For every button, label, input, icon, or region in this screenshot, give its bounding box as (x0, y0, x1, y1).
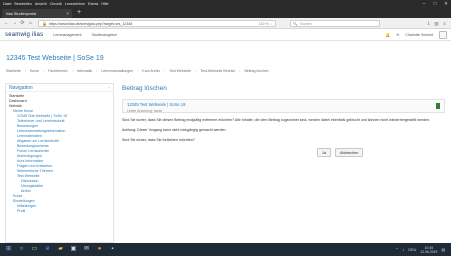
library-icon[interactable]: ▥ (433, 18, 440, 29)
post-info-meta: Letzte Änderung: heute (127, 109, 163, 113)
breadcrumb-item[interactable]: Fachbereich (48, 69, 67, 73)
cancel-button[interactable]: Abbrechen (335, 148, 364, 157)
post-info-title[interactable]: 12345 Test Webseite | SoSe 19 (127, 102, 440, 107)
warning-text: Achtung: Dieser Vorgang kann nicht rückg… (122, 128, 227, 133)
file-explorer-icon[interactable]: ▰ (56, 245, 65, 254)
menu-item-file[interactable]: Datei (3, 2, 11, 6)
browser-menubar: Datei Bearbeiten Ansicht Chronik Lesezei… (0, 0, 451, 8)
system-tray: ⌃ ♪ DEU 10:45 12.06.2019 ▤ (395, 245, 445, 254)
menu-item-tools[interactable]: Extras (88, 2, 98, 6)
home-icon[interactable]: ⌂ (27, 18, 34, 29)
search-input[interactable]: 🔍 Suchen (290, 20, 380, 27)
zoom-level[interactable]: 130 % (259, 22, 269, 26)
section-title: Beitrag löschen (122, 85, 167, 92)
firefox-icon[interactable]: ● (95, 245, 104, 254)
network-icon[interactable]: ⌃ (395, 247, 398, 252)
edge-browser-icon[interactable]: e (43, 245, 52, 254)
breadcrumb-item[interactable]: Informatik (77, 69, 92, 73)
yes-button[interactable]: Ja (317, 148, 332, 157)
store-icon[interactable]: ▣ (69, 245, 78, 254)
notification-bell-icon[interactable]: 🔔 (386, 33, 390, 37)
reload-icon[interactable]: ⟳ (19, 18, 26, 29)
forward-icon[interactable]: → (11, 18, 18, 29)
search-placeholder: Suchen (299, 21, 312, 26)
volume-icon[interactable]: ♪ (402, 248, 404, 252)
header-link-2[interactable]: Studienangebot (91, 33, 116, 37)
back-icon[interactable]: ← (3, 18, 10, 29)
breadcrumb-item[interactable]: Kurse (30, 69, 39, 73)
user-name[interactable]: Charlotte Schmid (405, 33, 433, 37)
browser-toolbar: ← → ⟳ ⌂ 🔒 https://www.ilias.de/sem/goto.… (0, 18, 451, 29)
hamburger-menu-icon[interactable]: ≡ (441, 18, 448, 29)
bookmark-icon (436, 103, 440, 109)
menu-item-edit[interactable]: Bearbeiten (14, 2, 31, 6)
maximize-button[interactable]: □ (430, 0, 440, 8)
site-logo[interactable]: seamwig ilias (5, 32, 43, 38)
close-window-button[interactable]: ✕ (441, 0, 451, 8)
header-link-1[interactable]: Lernmanagement (53, 33, 81, 37)
user-area: 🔔 ✉ Charlotte Schmid (386, 31, 447, 39)
search-taskbar-icon[interactable]: ○ (17, 245, 26, 254)
navigation-header: Navigation – (6, 84, 113, 92)
navigation-tree: Startseite Dashboard Website Meine Kurse 123… (6, 92, 113, 216)
question-text: Sind Sie sicher, dass Sie fortfahren möc… (122, 138, 195, 143)
os-taskbar: ⊞ ○ ▭ e ▰ ▣ ✉ ● ▪ ⌃ ♪ DEU 10:45 12.06.20… (0, 243, 451, 256)
breadcrumb-item-current: Beitrag löschen (244, 69, 269, 73)
navigation-title: Navigation (9, 84, 33, 91)
post-info-box: 12345 Test Webseite | SoSe 19 Letzte Änd… (122, 99, 445, 113)
menu-item-bookmarks[interactable]: Lesezeichen (65, 2, 85, 6)
breadcrumb-item[interactable]: Startseite (6, 69, 21, 73)
url-text: https://www.ilias.de/sem/goto.php?target… (48, 21, 133, 26)
address-bar[interactable]: 🔒 https://www.ilias.de/sem/goto.php?targ… (38, 20, 276, 27)
start-menu-icon[interactable]: ⊞ (4, 245, 13, 254)
page-title: 12345 Test Webseite | SoSe 19 (6, 55, 104, 62)
downloads-icon[interactable]: ⇩ (425, 18, 432, 29)
clock-date: 12.06.2019 (420, 249, 438, 254)
mail-icon[interactable]: ✉ (82, 245, 91, 254)
minimize-button[interactable]: – (419, 0, 429, 8)
collapse-block-icon[interactable]: – (108, 85, 110, 89)
messages-icon[interactable]: ✉ (396, 33, 399, 37)
new-tab-button[interactable]: + (75, 9, 83, 17)
breadcrumb: Startseite › Kurse › Fachbereich › Informat… (6, 69, 269, 73)
search-icon: 🔍 (293, 21, 298, 26)
confirm-text: Sind Sie sicher, dass Sie diesen Beitrag… (122, 118, 431, 122)
browser-tab-active[interactable]: Ilias Studienportal × (2, 9, 72, 18)
breadcrumb-item[interactable]: Test Webseite (169, 69, 191, 73)
breadcrumb-item[interactable]: Test-Webseite Bereich (200, 69, 235, 73)
close-tab-icon[interactable]: × (66, 9, 69, 18)
lock-icon: 🔒 (42, 21, 47, 26)
menu-item-history[interactable]: Chronik (50, 2, 62, 6)
url-bar-actions: 130 % ☆ (259, 21, 273, 27)
task-view-icon[interactable]: ▭ (30, 245, 39, 254)
main-content: Beitrag löschen 12345 Test Webseite | So… (122, 83, 445, 243)
menu-item-view[interactable]: Ansicht (35, 2, 47, 6)
avatar[interactable] (439, 31, 447, 39)
breadcrumb-item[interactable]: Kurs Archiv (142, 69, 160, 73)
notifications-icon[interactable]: ▤ (441, 247, 445, 252)
navigation-block: Navigation – Startseite Dashboard Website M… (5, 83, 114, 243)
button-row: Ja Abbrechen (122, 148, 445, 158)
site-header: seamwig ilias Lernmanagement Studienange… (0, 29, 451, 41)
clock[interactable]: 10:45 12.06.2019 (420, 246, 437, 254)
language-indicator[interactable]: DEU (408, 248, 416, 252)
nav-item[interactable]: Profil (9, 209, 110, 214)
tab-title: Ilias Studienportal (6, 11, 37, 16)
menu-item-help[interactable]: Hilfe (101, 2, 108, 6)
tab-strip: Ilias Studienportal × + (0, 8, 451, 18)
bookmark-star-icon[interactable]: ☆ (270, 22, 273, 26)
app-icon[interactable]: ▪ (108, 245, 117, 254)
breadcrumb-item[interactable]: Lehrveranstaltungen (101, 69, 133, 73)
